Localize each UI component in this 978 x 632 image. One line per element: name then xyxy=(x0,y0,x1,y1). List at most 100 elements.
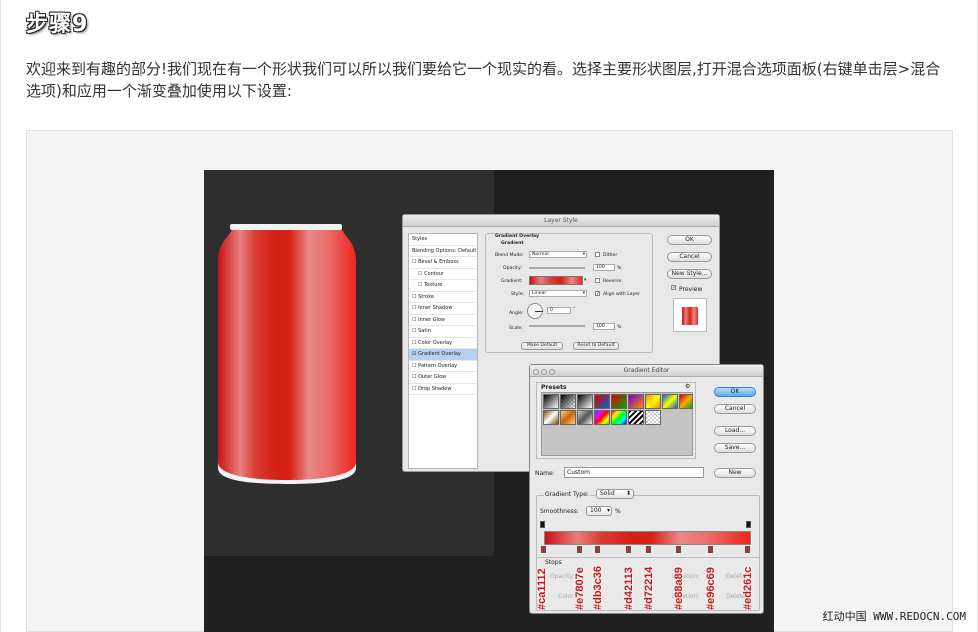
style-list-item[interactable]: ☐ Outer Glow xyxy=(409,372,477,384)
style-list-item[interactable]: ☐ Bevel & Emboss xyxy=(409,257,477,269)
preset-swatch[interactable] xyxy=(645,410,661,425)
preset-swatch[interactable] xyxy=(594,410,610,425)
percent-sign: % xyxy=(617,325,622,330)
smoothness-label: Smoothness: xyxy=(540,508,579,515)
name-input[interactable]: Custom xyxy=(564,467,704,478)
style-list-item[interactable]: Styles xyxy=(409,234,477,246)
preview-label: Preview xyxy=(679,286,703,293)
preset-swatch[interactable] xyxy=(560,394,576,409)
preset-swatch[interactable] xyxy=(662,394,678,409)
gradient-label: Gradient: xyxy=(501,279,523,284)
soda-can-illustration xyxy=(218,224,356,484)
style-list-item[interactable]: ☐ Inner Glow xyxy=(409,315,477,326)
ok-button[interactable]: OK xyxy=(667,235,712,245)
style-list-item[interactable]: ☐ Stroke xyxy=(409,292,477,303)
scale-label: Scale: xyxy=(509,326,523,331)
ok-button[interactable]: OK xyxy=(714,387,756,397)
opacity-stop-right[interactable] xyxy=(746,521,751,528)
dither-checkbox[interactable] xyxy=(595,252,600,257)
stops-label: Stops xyxy=(544,559,563,566)
preset-swatch[interactable] xyxy=(577,410,593,425)
color-stop[interactable] xyxy=(745,546,750,553)
style-list-item[interactable]: ☐ Color Overlay xyxy=(409,338,477,349)
align-label: Align with Layer xyxy=(603,292,640,297)
color-stop[interactable] xyxy=(541,546,546,553)
reverse-checkbox[interactable] xyxy=(595,278,600,283)
preset-swatch[interactable] xyxy=(611,394,627,409)
percent-sign: % xyxy=(617,266,622,271)
new-button[interactable]: New xyxy=(714,468,756,478)
opacity-slider[interactable] xyxy=(529,267,585,269)
style-label: Style: xyxy=(511,292,525,297)
preset-swatch[interactable] xyxy=(543,394,559,409)
preset-swatch[interactable] xyxy=(679,394,693,409)
hex-label: #e88a89 xyxy=(673,567,685,610)
style-list-item[interactable]: ☐ Contour xyxy=(409,269,477,280)
hex-label: #d72214 xyxy=(643,566,655,610)
style-list-item[interactable]: Blending Options: Default xyxy=(409,246,477,257)
section-title: Gradient Overlay xyxy=(495,234,539,239)
hex-label: #e7807e xyxy=(574,567,586,610)
save-button[interactable]: Save... xyxy=(714,443,756,453)
preset-swatch[interactable] xyxy=(594,394,610,409)
smoothness-select[interactable]: 100 ▾ xyxy=(586,506,612,516)
make-default-button[interactable]: Make Default xyxy=(521,342,563,350)
color-stop[interactable] xyxy=(577,546,582,553)
preset-swatch[interactable] xyxy=(628,410,644,425)
blend-mode-label: Blend Mode: xyxy=(495,253,524,258)
step-heading: 步骤9 xyxy=(26,12,89,37)
color-stop[interactable] xyxy=(595,546,600,553)
gradient-swatch[interactable] xyxy=(529,276,583,285)
cancel-button[interactable]: Cancel xyxy=(714,404,756,414)
gradient-type-label: Gradient Type: xyxy=(544,491,590,498)
dither-label: Dither xyxy=(603,253,618,258)
preview-thumbnail xyxy=(673,298,707,332)
reset-default-button[interactable]: Reset to Default xyxy=(573,342,619,350)
color-stop[interactable] xyxy=(646,546,651,553)
scale-slider[interactable] xyxy=(529,325,585,327)
hex-label: #db3c36 xyxy=(592,565,604,610)
instruction-paragraph: 欢迎来到有趣的部分!我们现在有一个形状我们可以所以我们要给它一个现实的看。选择主… xyxy=(26,60,941,100)
stop-color-annotations: #ca1112 #e7807e #db3c36 #d42113 #d72214 … xyxy=(536,566,760,610)
color-stop[interactable] xyxy=(626,546,631,553)
cancel-button[interactable]: Cancel xyxy=(667,252,712,262)
style-list-item[interactable]: ☐ Inner Shadow xyxy=(409,303,477,315)
style-list-item[interactable]: ☐ Drop Shadow xyxy=(409,384,477,395)
style-list: Styles Blending Options: Default ☐ Bevel… xyxy=(408,233,478,469)
blend-mode-select[interactable]: Normal ▾ xyxy=(529,251,587,258)
load-button[interactable]: Load... xyxy=(714,426,756,436)
scale-input[interactable]: 100 xyxy=(593,323,615,330)
preset-swatch[interactable] xyxy=(577,394,593,409)
preview-checkbox[interactable]: ✓ xyxy=(671,285,676,291)
chevron-down-icon[interactable]: ▾ xyxy=(584,278,586,283)
new-style-button[interactable]: New Style... xyxy=(667,269,712,279)
style-list-item[interactable]: ☐ Satin xyxy=(409,326,477,338)
gradient-type-select[interactable]: Solid ⬍ xyxy=(596,489,634,499)
gradient-bar[interactable] xyxy=(544,531,751,545)
window-controls[interactable] xyxy=(533,368,557,380)
style-list-item[interactable]: ☐ Pattern Overlay xyxy=(409,361,477,372)
name-label: Name: xyxy=(535,470,555,477)
preset-swatch[interactable] xyxy=(543,410,559,425)
color-stop[interactable] xyxy=(676,546,681,553)
preset-swatches xyxy=(541,392,693,456)
preset-swatch[interactable] xyxy=(645,394,661,409)
site-watermark: 红动中国 WWW.REDOCN.COM xyxy=(822,610,966,623)
angle-dial[interactable] xyxy=(527,303,543,319)
preset-swatch[interactable] xyxy=(628,394,644,409)
opacity-label: Opacity: xyxy=(503,266,522,271)
align-checkbox[interactable]: ✓ xyxy=(595,291,600,297)
preset-swatch[interactable] xyxy=(611,410,627,425)
gear-icon[interactable]: ⚙ xyxy=(685,383,690,390)
style-list-item[interactable]: ☐ Texture xyxy=(409,280,477,292)
style-select[interactable]: Linear ▾ xyxy=(529,290,587,297)
color-stop[interactable] xyxy=(708,546,713,553)
opacity-input[interactable]: 100 xyxy=(593,264,615,271)
opacity-stop-left[interactable] xyxy=(540,521,545,528)
preset-swatch[interactable] xyxy=(560,410,576,425)
angle-input[interactable]: 0 xyxy=(547,307,571,314)
style-list-item-selected[interactable]: ☑ Gradient Overlay xyxy=(409,349,477,361)
hex-label: #ed261c xyxy=(742,566,754,610)
presets-label: Presets xyxy=(541,384,567,391)
hex-label: #ca1112 xyxy=(536,568,548,610)
